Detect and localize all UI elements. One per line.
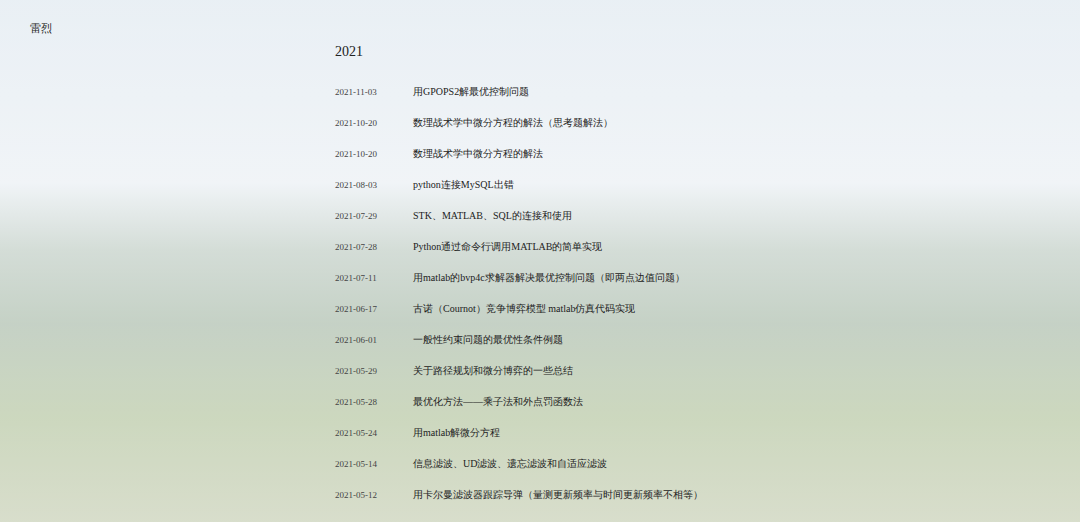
- post-title[interactable]: 数理战术学中微分方程的解法（思考题解法）: [413, 116, 613, 130]
- post-row[interactable]: 2021-06-01一般性约束问题的最优性条件例题: [335, 324, 1080, 355]
- post-row[interactable]: 2021-08-03python连接MySQL出错: [335, 169, 1080, 200]
- year-heading: 2021: [335, 44, 1080, 60]
- post-date: 2021-05-24: [335, 428, 413, 438]
- post-title[interactable]: 用matlab的bvp4c求解器解决最优控制问题（即两点边值问题）: [413, 271, 685, 285]
- sidebar: 雷烈: [0, 0, 335, 522]
- post-list: 2021-11-03用GPOPS2解最优控制问题2021-10-20数理战术学中…: [335, 76, 1080, 510]
- post-row[interactable]: 2021-05-24用matlab解微分方程: [335, 417, 1080, 448]
- post-title[interactable]: 最优化方法——乘子法和外点罚函数法: [413, 395, 583, 409]
- author-name[interactable]: 雷烈: [30, 21, 335, 36]
- post-row[interactable]: 2021-05-12用卡尔曼滤波器跟踪导弹（量测更新频率与时间更新频率不相等）: [335, 479, 1080, 510]
- post-date: 2021-07-11: [335, 273, 413, 283]
- post-title[interactable]: Python通过命令行调用MATLAB的简单实现: [413, 240, 602, 254]
- post-date: 2021-06-01: [335, 335, 413, 345]
- post-title[interactable]: 一般性约束问题的最优性条件例题: [413, 333, 563, 347]
- post-row[interactable]: 2021-10-20数理战术学中微分方程的解法: [335, 138, 1080, 169]
- post-row[interactable]: 2021-05-28最优化方法——乘子法和外点罚函数法: [335, 386, 1080, 417]
- archive-page: 雷烈20212021-11-03用GPOPS2解最优控制问题2021-10-20…: [0, 0, 1080, 522]
- post-date: 2021-10-20: [335, 149, 413, 159]
- post-row[interactable]: 2021-05-14信息滤波、UD滤波、遗忘滤波和自适应滤波: [335, 448, 1080, 479]
- post-date: 2021-11-03: [335, 87, 413, 97]
- post-title[interactable]: STK、MATLAB、SQL的连接和使用: [413, 209, 572, 223]
- post-row[interactable]: 2021-05-29关于路径规划和微分博弈的一些总结: [335, 355, 1080, 386]
- post-row[interactable]: 2021-07-28Python通过命令行调用MATLAB的简单实现: [335, 231, 1080, 262]
- post-title[interactable]: 信息滤波、UD滤波、遗忘滤波和自适应滤波: [413, 457, 607, 471]
- post-row[interactable]: 2021-06-17古诺（Cournot）竞争博弈模型 matlab仿真代码实现: [335, 293, 1080, 324]
- post-title[interactable]: 古诺（Cournot）竞争博弈模型 matlab仿真代码实现: [413, 302, 636, 316]
- post-title[interactable]: 用matlab解微分方程: [413, 426, 500, 440]
- post-row[interactable]: 2021-10-20数理战术学中微分方程的解法（思考题解法）: [335, 107, 1080, 138]
- post-date: 2021-05-28: [335, 397, 413, 407]
- post-row[interactable]: 2021-11-03用GPOPS2解最优控制问题: [335, 76, 1080, 107]
- post-date: 2021-07-29: [335, 211, 413, 221]
- post-title[interactable]: 数理战术学中微分方程的解法: [413, 147, 543, 161]
- post-date: 2021-10-20: [335, 118, 413, 128]
- post-date: 2021-05-29: [335, 366, 413, 376]
- post-date: 2021-07-28: [335, 242, 413, 252]
- post-row[interactable]: 2021-07-11用matlab的bvp4c求解器解决最优控制问题（即两点边值…: [335, 262, 1080, 293]
- post-date: 2021-05-14: [335, 459, 413, 469]
- post-title[interactable]: 用GPOPS2解最优控制问题: [413, 85, 529, 99]
- archive-list: 20212021-11-03用GPOPS2解最优控制问题2021-10-20数理…: [335, 0, 1080, 522]
- post-title[interactable]: 关于路径规划和微分博弈的一些总结: [413, 364, 573, 378]
- post-title[interactable]: python连接MySQL出错: [413, 178, 514, 192]
- post-date: 2021-05-12: [335, 490, 413, 500]
- post-date: 2021-08-03: [335, 180, 413, 190]
- post-title[interactable]: 用卡尔曼滤波器跟踪导弹（量测更新频率与时间更新频率不相等）: [413, 488, 703, 502]
- post-row[interactable]: 2021-07-29STK、MATLAB、SQL的连接和使用: [335, 200, 1080, 231]
- post-date: 2021-06-17: [335, 304, 413, 314]
